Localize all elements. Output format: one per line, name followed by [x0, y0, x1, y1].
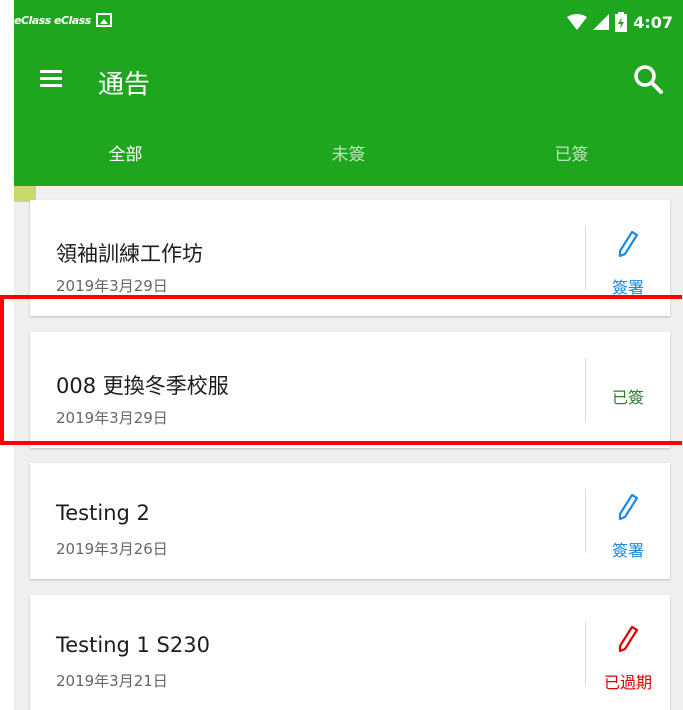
page-title: 通告 [98, 70, 151, 100]
signal-icon [593, 14, 610, 30]
tab-unsigned[interactable]: 未簽 [237, 124, 460, 186]
notice-date: 2019年3月29日 [56, 409, 168, 427]
status-right: 4:07 [567, 10, 673, 34]
wifi-icon [567, 14, 588, 30]
filter-tabs: 全部 未簽 已簽 [14, 124, 683, 186]
signed-label: 已簽 [611, 388, 644, 407]
notice-date: 2019年3月29日 [56, 277, 168, 295]
sign-button[interactable]: 簽署 [586, 463, 670, 579]
pen-icon [618, 625, 639, 653]
status-time: 4:07 [633, 12, 673, 32]
sign-button[interactable]: 簽署 [586, 200, 670, 316]
image-notification-icon [96, 13, 112, 27]
app-screen: eClass eClass 4:07 通告 全部 未簽 已簽 領袖訓練工作坊 2… [14, 0, 683, 710]
notification-eclass-icon: eClass [54, 14, 91, 27]
expired-label: 已過期 [603, 673, 652, 692]
notice-date: 2019年3月26日 [56, 540, 168, 558]
expired-status[interactable]: 已過期 [586, 595, 670, 710]
signed-status: 已簽 [586, 332, 670, 448]
notice-title: Testing 1 S230 [56, 633, 210, 657]
sign-label: 簽署 [611, 278, 644, 297]
notice-title: 領袖訓練工作坊 [56, 242, 203, 266]
tab-all[interactable]: 全部 [14, 124, 237, 186]
app-bar: eClass eClass 4:07 通告 全部 未簽 已簽 [14, 0, 683, 186]
tab-signed[interactable]: 已簽 [460, 124, 683, 186]
pen-icon [618, 493, 639, 521]
notice-title: Testing 2 [56, 501, 150, 525]
notice-title: 008 更換冬季校服 [56, 374, 229, 398]
notice-card[interactable]: Testing 2 2019年3月26日 簽署 [30, 463, 670, 579]
notice-card[interactable]: 領袖訓練工作坊 2019年3月29日 簽署 [30, 200, 670, 316]
pen-icon [618, 230, 639, 258]
notice-card[interactable]: 008 更換冬季校服 2019年3月29日 已簽 [30, 332, 670, 448]
search-icon[interactable] [633, 64, 663, 94]
battery-icon [615, 12, 628, 32]
menu-icon[interactable] [40, 70, 64, 90]
status-bar: eClass eClass 4:07 [14, 0, 683, 48]
notification-eclass-icon: eClass [14, 14, 51, 27]
sign-label: 簽署 [611, 541, 644, 560]
notice-date: 2019年3月21日 [56, 672, 168, 690]
toolbar: 通告 [14, 48, 683, 112]
notice-card[interactable]: Testing 1 S230 2019年3月21日 已過期 [30, 595, 670, 710]
